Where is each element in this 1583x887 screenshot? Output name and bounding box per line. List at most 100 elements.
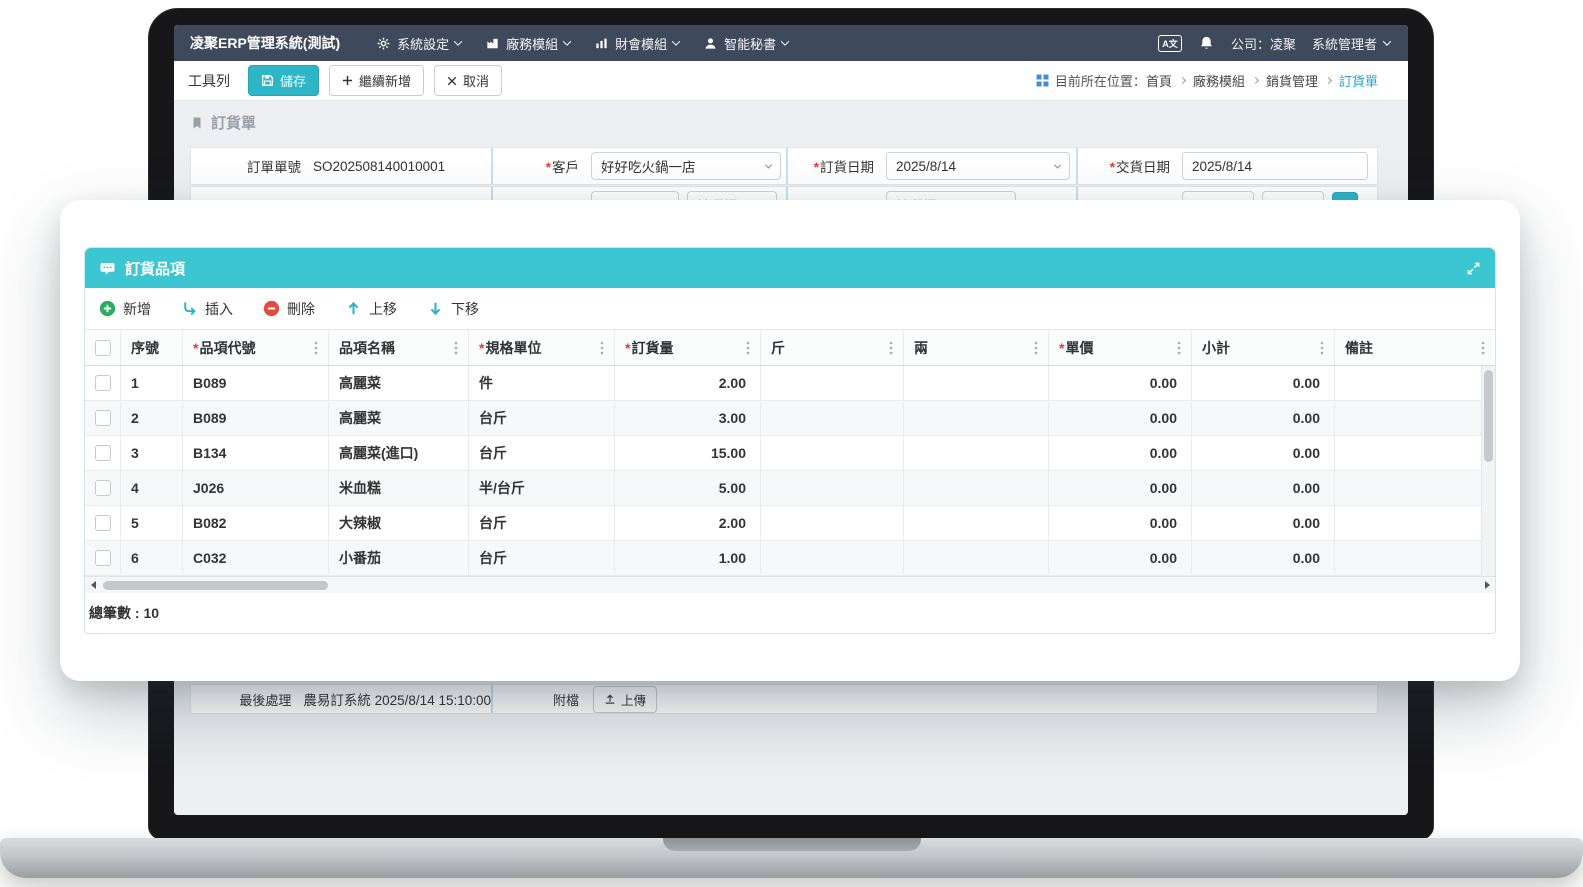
select-all-checkbox[interactable] [95,340,111,356]
save-button[interactable]: 儲存 [248,65,319,96]
cancel-button[interactable]: 取消 [434,65,502,96]
arrow-down-icon [427,300,444,317]
expand-icon[interactable] [1466,261,1481,276]
horizontal-scrollbar-thumb[interactable] [103,581,328,590]
required-marker: * [193,340,198,356]
cell-qty: 3.00 [615,401,761,435]
column-menu-icon[interactable] [1481,341,1485,355]
delivery-date-input[interactable]: 2025/8/14 [1182,152,1368,180]
cell-note [1335,471,1481,505]
cell-price: 0.00 [1049,366,1192,400]
chevron-down-icon [765,161,772,168]
vertical-scrollbar[interactable] [1481,366,1495,576]
cell-subtotal: 0.00 [1192,366,1335,400]
menu-label: 財會模組 [615,34,667,53]
breadcrumb-prefix: 目前所在位置： [1055,71,1146,90]
breadcrumb-module[interactable]: 廠務模組 [1193,71,1245,90]
cell-seq: 5 [121,506,183,540]
customer-select[interactable]: 好好吃火鍋一店 [591,152,781,180]
row-checkbox[interactable] [95,550,111,566]
vertical-scrollbar-thumb[interactable] [1484,370,1493,462]
bookmark-icon [190,116,204,130]
user-name: 系統管理者 [1312,34,1377,53]
cell-item-code: B089 [183,366,329,400]
continue-add-label: 繼續新增 [359,71,411,90]
user-menu[interactable]: 系統管理者 [1312,34,1390,53]
column-menu-icon[interactable] [314,341,318,355]
chevron-right-icon [1252,77,1259,84]
breadcrumb-home[interactable]: 首頁 [1146,71,1172,90]
table-row[interactable]: 4 J026 米血糕 半/台斤 5.00 0.00 0.00 [85,471,1481,506]
save-label: 儲存 [280,71,306,90]
move-up-button[interactable]: 上移 [345,299,397,319]
table-row[interactable]: 2 B089 高麗菜 台斤 3.00 0.00 0.00 [85,401,1481,436]
row-checkbox[interactable] [95,515,111,531]
order-no-label: 訂單單號 [191,156,301,176]
move-down-button[interactable]: 下移 [427,299,479,319]
field-customer: *客戶 好好吃火鍋一店 [491,148,786,184]
language-icon[interactable]: A文 [1158,35,1182,52]
laptop-hinge-notch [663,838,921,851]
required-marker: * [625,340,630,356]
horizontal-scrollbar[interactable] [85,576,1495,593]
row-checkbox[interactable] [95,480,111,496]
attachment-label: 附檔 [493,690,579,709]
cell-item-code: C032 [183,541,329,575]
delivery-date-value: 2025/8/14 [1192,159,1252,174]
chat-icon [99,260,116,277]
circle-plus-icon [99,300,116,317]
column-menu-icon[interactable] [889,341,893,355]
continue-add-button[interactable]: 繼續新增 [329,65,424,96]
table-row[interactable]: 5 B082 大辣椒 台斤 2.00 0.00 0.00 [85,506,1481,541]
plus-icon [342,75,353,86]
move-up-label: 上移 [369,299,397,319]
column-menu-icon[interactable] [746,341,750,355]
column-menu-icon[interactable] [454,341,458,355]
row-checkbox[interactable] [95,410,111,426]
insert-label: 插入 [205,299,233,319]
header-checkbox-cell [85,330,121,365]
column-header-subtotal: 小計 [1192,330,1335,365]
cell-note [1335,366,1481,400]
menu-label: 智能秘書 [724,34,776,53]
column-header-seq: 序號 [121,330,183,365]
column-menu-icon[interactable] [1320,341,1324,355]
order-date-value: 2025/8/14 [896,159,956,174]
row-checkbox[interactable] [95,375,111,391]
menu-label: 廠務模組 [506,34,558,53]
menu-system-settings[interactable]: 系統設定 [366,28,471,59]
add-label: 新增 [123,299,151,319]
cell-liang [904,506,1049,540]
column-menu-icon[interactable] [600,341,604,355]
cell-liang [904,541,1049,575]
add-row-button[interactable]: 新增 [99,299,151,319]
cell-qty: 2.00 [615,506,761,540]
upload-button[interactable]: 上傳 [593,686,657,713]
column-header-item-code: *品項代號 [183,330,329,365]
cell-unit: 台斤 [469,401,615,435]
breadcrumb-sales[interactable]: 銷貨管理 [1266,71,1318,90]
table-row[interactable]: 6 C032 小番茄 台斤 1.00 0.00 0.00 [85,541,1481,576]
delete-row-button[interactable]: 刪除 [263,299,315,319]
cell-subtotal: 0.00 [1192,506,1335,540]
table-row[interactable]: 3 B134 高麗菜(進口) 台斤 15.00 0.00 0.00 [85,436,1481,471]
scroll-right-arrow[interactable] [1479,577,1495,593]
insert-row-button[interactable]: 插入 [181,299,233,319]
laptop-base [0,838,1583,878]
cell-item-code: J026 [183,471,329,505]
cell-qty: 1.00 [615,541,761,575]
column-menu-icon[interactable] [1177,341,1181,355]
column-menu-icon[interactable] [1034,341,1038,355]
order-no-value: SO202508140010001 [313,159,445,174]
menu-finance-module[interactable]: 財會模組 [584,28,689,59]
scroll-left-arrow[interactable] [85,577,101,593]
bell-icon[interactable] [1198,35,1215,52]
cell-seq: 6 [121,541,183,575]
menu-factory-module[interactable]: 廠務模組 [475,28,580,59]
menu-smart-secretary[interactable]: 智能秘書 [693,28,798,59]
table-row[interactable]: 1 B089 高麗菜 件 2.00 0.00 0.00 [85,366,1481,401]
order-date-picker[interactable]: 2025/8/14 [886,152,1070,180]
row-checkbox[interactable] [95,445,111,461]
cell-note [1335,401,1481,435]
cell-jin [761,506,904,540]
